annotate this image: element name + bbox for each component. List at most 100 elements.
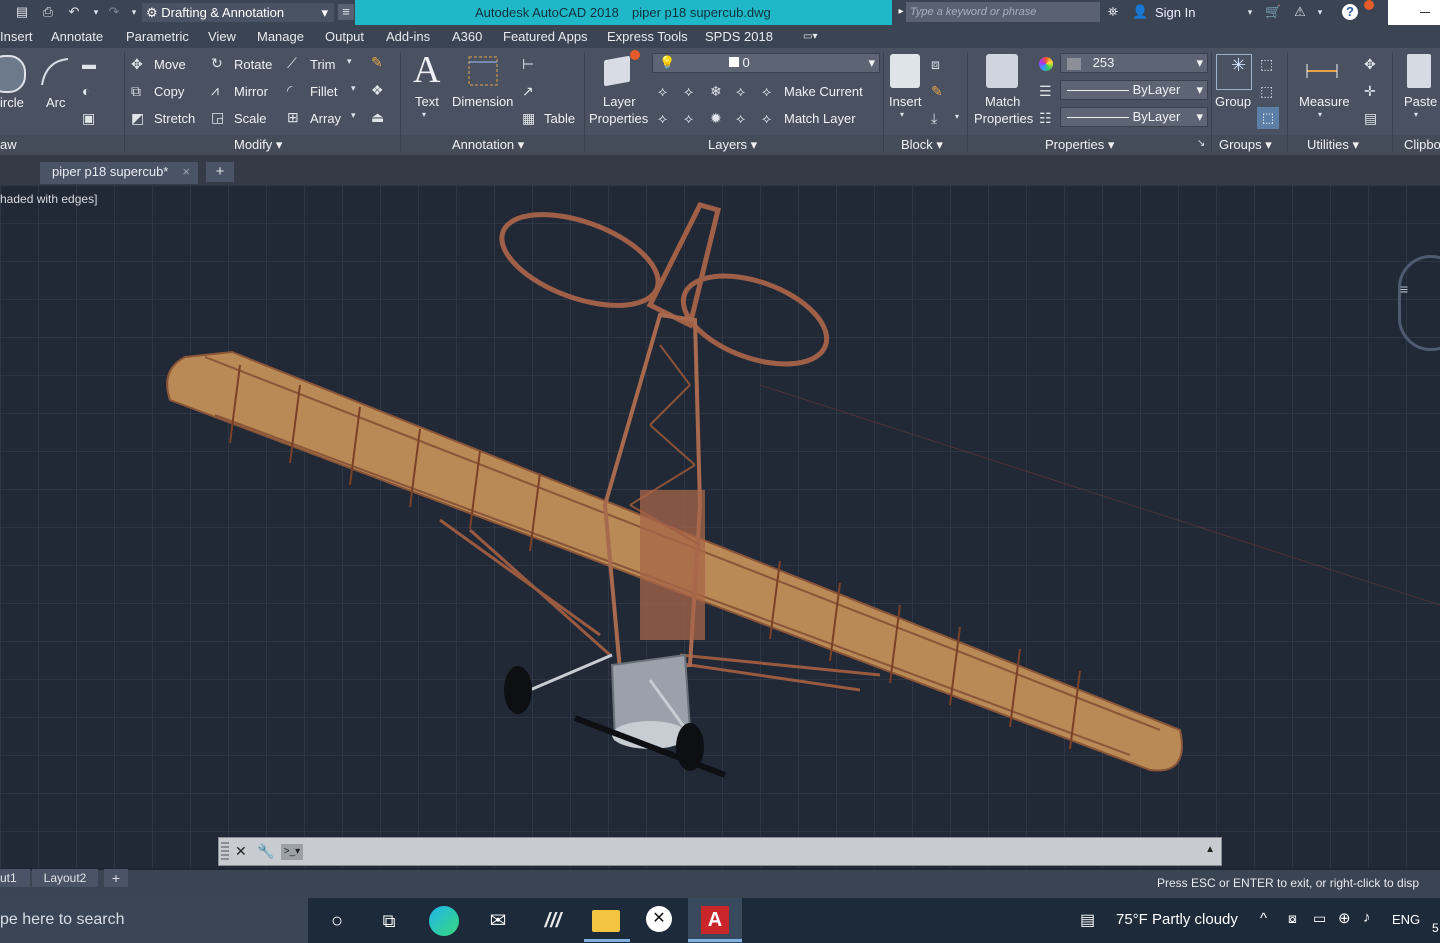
lineweight-dropdown[interactable]: ByLayer ▾ xyxy=(1060,80,1208,100)
match-properties-label-1[interactable]: Match xyxy=(985,94,1020,109)
mail-icon[interactable]: ✉ xyxy=(483,906,513,936)
binoculars-icon[interactable]: ⛯ xyxy=(1105,4,1121,20)
modify-panel-title[interactable]: Modify ▾ xyxy=(234,137,282,153)
ungroup-icon[interactable]: ⬚ xyxy=(1260,56,1273,73)
measure-label[interactable]: Measure xyxy=(1299,94,1350,109)
ribbon-toggle-icon[interactable]: ▭▾ xyxy=(803,31,817,42)
taskbar-search-box[interactable]: pe here to search xyxy=(0,898,308,943)
text-label[interactable]: Text xyxy=(415,94,439,109)
cart-icon[interactable]: 🛒 xyxy=(1265,4,1281,20)
app-icon[interactable]: /// xyxy=(538,906,568,936)
layer-match-icon[interactable]: ⟡ xyxy=(658,110,667,127)
multileader-icon[interactable]: ↗ xyxy=(522,83,534,100)
network-icon[interactable]: ⊕ xyxy=(1338,909,1351,927)
dialog-launcher-icon[interactable]: ↘ xyxy=(1197,138,1205,149)
fillet-dropdown-icon[interactable]: ▾ xyxy=(351,83,356,94)
explode-icon[interactable]: ❖ xyxy=(371,82,384,99)
offset-icon[interactable]: ⏏ xyxy=(371,109,384,126)
layer-isolate-icon[interactable]: ⟡ xyxy=(684,83,693,100)
match-layer-button[interactable]: Match Layer xyxy=(784,111,856,126)
leader-icon[interactable]: ⊢ xyxy=(522,56,534,73)
layer-dropdown[interactable]: 💡 0 ▾ xyxy=(652,53,880,73)
erase-icon[interactable]: ✎ xyxy=(371,54,383,71)
arc-icon[interactable] xyxy=(38,55,72,89)
group-icon[interactable]: ✳ xyxy=(1216,54,1252,90)
group-edit-icon[interactable]: ⬚ xyxy=(1260,83,1273,100)
arc-label[interactable]: Arc xyxy=(46,95,66,110)
volume-icon[interactable]: ♪ xyxy=(1363,909,1371,926)
dimension-label[interactable]: Dimension xyxy=(452,94,513,109)
layer-properties-label-1[interactable]: Layer xyxy=(603,94,636,109)
workspace-selector[interactable]: ⚙ Drafting & Annotation ▾ xyxy=(142,3,334,22)
block-attr-dropdown-icon[interactable]: ▾ xyxy=(955,112,959,121)
weather-text[interactable]: 75°F Partly cloudy xyxy=(1116,911,1238,928)
boundary-icon[interactable]: ▣ xyxy=(82,110,95,127)
clock-fragment[interactable]: 5 xyxy=(1432,921,1439,935)
menu-manage[interactable]: Manage xyxy=(257,29,304,44)
insert-block-icon[interactable] xyxy=(890,54,920,88)
battery-icon[interactable]: ▭ xyxy=(1313,910,1326,927)
redo-dropdown-icon[interactable]: ▾ xyxy=(126,4,142,20)
linetype-dropdown[interactable]: ByLayer ▾ xyxy=(1060,107,1208,127)
close-icon[interactable]: ✕ xyxy=(235,843,247,860)
menu-insert[interactable]: Insert xyxy=(0,29,33,44)
menu-featured-apps[interactable]: Featured Apps xyxy=(503,29,588,44)
viewcube-ring[interactable] xyxy=(1398,255,1440,351)
viewcube-menu-icon[interactable]: ≡ xyxy=(1400,281,1408,297)
quick-access-menu-icon[interactable]: ≡ xyxy=(338,4,354,20)
insert-dropdown-icon[interactable]: ▾ xyxy=(900,110,904,119)
command-line[interactable]: ✕ 🔧 >_▾ ▲ xyxy=(218,837,1222,866)
array-button[interactable]: Array xyxy=(310,111,341,126)
text-icon[interactable]: A xyxy=(413,48,440,92)
linetype-icon[interactable]: ☷ xyxy=(1039,110,1052,127)
file-tab-active[interactable]: piper p18 supercub* × xyxy=(40,162,198,184)
undo-dropdown-icon[interactable]: ▾ xyxy=(88,4,104,20)
layer-off-icon[interactable]: ⟡ xyxy=(658,83,667,100)
match-properties-label-2[interactable]: Properties xyxy=(974,111,1033,126)
tray-expand-icon[interactable]: ^ xyxy=(1260,910,1267,927)
paste-icon[interactable] xyxy=(1407,54,1431,88)
sign-in-dropdown-icon[interactable]: ▾ xyxy=(1242,4,1258,20)
color-wheel-icon[interactable] xyxy=(1039,57,1053,71)
redo-icon[interactable]: ↷ xyxy=(106,4,122,20)
user-icon[interactable]: 👤 xyxy=(1132,4,1148,20)
quick-select-icon[interactable]: ✥ xyxy=(1364,56,1376,73)
menu-annotate[interactable]: Annotate xyxy=(51,29,103,44)
color-dropdown[interactable]: 253 ▾ xyxy=(1060,53,1208,73)
properties-panel-title[interactable]: Properties ▾ xyxy=(1045,137,1114,153)
fillet-button[interactable]: Fillet xyxy=(310,84,337,99)
draw-panel-title[interactable]: aw xyxy=(0,137,17,152)
insert-label[interactable]: Insert xyxy=(889,94,922,109)
annotation-panel-title[interactable]: Annotation ▾ xyxy=(452,137,524,153)
utilities-panel-title[interactable]: Utilities ▾ xyxy=(1307,137,1359,153)
menu-view[interactable]: View xyxy=(208,29,236,44)
layer-previous-icon[interactable]: ⟡ xyxy=(684,110,693,127)
drawing-viewport[interactable]: ≡ xyxy=(0,185,1440,868)
search-input[interactable]: Type a keyword or phrase xyxy=(906,2,1100,22)
group-label[interactable]: Group xyxy=(1215,94,1251,109)
autocad-taskbar-button[interactable]: A xyxy=(688,898,742,943)
mirror-button[interactable]: Mirror xyxy=(234,84,268,99)
lineweight-icon[interactable]: ☰ xyxy=(1039,83,1052,100)
group-selection-icon[interactable]: ⬚ xyxy=(1257,107,1279,129)
layout-tab-1[interactable]: ut1 xyxy=(0,869,30,887)
match-properties-icon[interactable] xyxy=(986,54,1018,88)
id-point-icon[interactable]: ✛ xyxy=(1364,83,1376,100)
edge-browser-icon[interactable] xyxy=(429,906,459,936)
copy-button[interactable]: Copy xyxy=(154,84,184,99)
print-icon[interactable]: ⎙ xyxy=(40,4,56,20)
layers-panel-title[interactable]: Layers ▾ xyxy=(708,137,757,153)
new-file-icon[interactable]: ▤ xyxy=(14,4,30,20)
cortana-icon[interactable]: ○ xyxy=(322,906,352,936)
trim-dropdown-icon[interactable]: ▾ xyxy=(347,56,352,67)
paste-label[interactable]: Paste xyxy=(1404,94,1437,109)
circle-label[interactable]: ircle xyxy=(0,95,24,110)
weather-icon[interactable]: ▤ xyxy=(1080,910,1095,930)
menu-parametric[interactable]: Parametric xyxy=(126,29,189,44)
make-current-button[interactable]: Make Current xyxy=(784,84,863,99)
exchange-dropdown-icon[interactable]: ▾ xyxy=(1312,4,1328,20)
menu-express-tools[interactable]: Express Tools xyxy=(607,29,688,44)
visual-style-label[interactable]: haded with edges] xyxy=(0,192,97,206)
hatch-icon[interactable]: ◐ xyxy=(82,83,90,99)
clipboard-panel-title[interactable]: Clipbo xyxy=(1404,137,1440,152)
